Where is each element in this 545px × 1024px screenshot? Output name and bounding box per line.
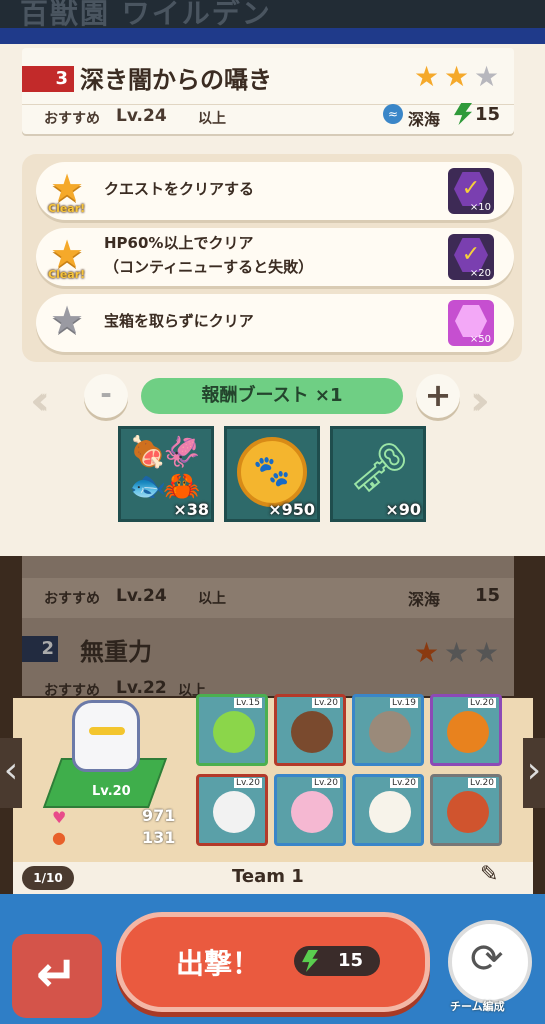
sprout-key-icon: 🗝 bbox=[349, 440, 410, 496]
sortie-label: 出撃！ bbox=[176, 947, 261, 980]
check-medal-icon: ✓ ×20 bbox=[448, 234, 494, 280]
recommend-level: Lv.24 bbox=[116, 106, 167, 126]
reward-item[interactable]: 🐾 ×950 bbox=[224, 426, 320, 522]
sortie-button[interactable] bbox=[116, 912, 430, 1012]
next-star-icon: ★ bbox=[474, 636, 500, 669]
heart-icon: ♥ bbox=[52, 808, 67, 827]
energy-cost: 15 bbox=[475, 104, 501, 125]
team-member-alpaca[interactable]: Lv.20 bbox=[352, 774, 424, 846]
next-level-2: Lv.22 bbox=[116, 678, 167, 698]
divider bbox=[22, 104, 514, 105]
mission-text-line1: HP60%以上でクリア bbox=[104, 234, 254, 252]
axolotl-icon bbox=[291, 791, 333, 833]
next-quest-row1: おすすめ Lv.24 以上 深海 15 bbox=[22, 578, 514, 618]
team-member-sloth[interactable]: Lv.19 bbox=[352, 694, 424, 766]
team-edit-button[interactable]: ⟳ bbox=[448, 920, 532, 1004]
quest-number-tag: 3 bbox=[22, 66, 74, 92]
team-edit-label: チーム編成 bbox=[450, 1000, 505, 1013]
food-bundle-icon: 🦑 bbox=[163, 435, 201, 470]
team-next-arrow[interactable]: › bbox=[523, 738, 545, 808]
next-cost: 15 bbox=[475, 585, 501, 606]
snake-icon bbox=[447, 711, 489, 753]
mission-text: 宝箱を取らずにクリア bbox=[104, 312, 254, 330]
mission-text-line2: （コンティニューすると失敗） bbox=[104, 258, 314, 276]
star-empty-icon: ★ bbox=[474, 60, 500, 93]
recommend-label: おすすめ bbox=[44, 111, 100, 127]
clear-badge: Clear! bbox=[48, 268, 86, 281]
parrot-icon bbox=[213, 711, 255, 753]
recommend-suffix: 以上 bbox=[198, 111, 226, 127]
star-filled-icon: ★ bbox=[414, 60, 440, 93]
chevrons-left-icon: ‹‹‹ bbox=[30, 378, 50, 424]
bear-icon bbox=[291, 711, 333, 753]
next-area: 深海 bbox=[408, 590, 441, 609]
food-bundle-icon: 🍖 bbox=[129, 435, 167, 470]
mission-item: ★ 宝箱を取らずにクリア ×50 bbox=[36, 294, 514, 352]
next-quest-title: 無重力 bbox=[80, 638, 152, 666]
food-bundle-icon: 🐟 bbox=[129, 469, 167, 504]
member-level: Lv.20 bbox=[468, 778, 496, 788]
check-medal-icon: ✓ ×10 bbox=[448, 168, 494, 214]
quest-area: 深海 bbox=[408, 110, 441, 129]
back-button[interactable]: ↵ bbox=[12, 934, 102, 1018]
member-level: Lv.15 bbox=[234, 698, 262, 708]
member-level: Lv.20 bbox=[468, 698, 496, 708]
pink-gem-icon: ×50 bbox=[448, 300, 494, 346]
reward-boost-label: 報酬ブースト ×1 bbox=[141, 378, 403, 414]
quest-title: 深き闇からの囁き bbox=[80, 66, 272, 94]
next-quest-number-tag: 2 bbox=[22, 636, 58, 662]
next-quest-card[interactable]: おすすめ Lv.24 以上 深海 15 2 無重力 ★ ★ ★ おすすめ Lv.… bbox=[22, 556, 514, 699]
team-member-bear[interactable]: Lv.20 bbox=[274, 694, 346, 766]
team-prev-arrow[interactable]: ‹ bbox=[0, 738, 22, 808]
team-member-axolotl[interactable]: Lv.20 bbox=[274, 774, 346, 846]
member-level: Lv.19 bbox=[390, 698, 418, 708]
chevrons-right-icon: ››› bbox=[470, 378, 490, 424]
wave-icon: ≈ bbox=[383, 104, 403, 124]
sloth-icon bbox=[369, 711, 411, 753]
red-panda-icon bbox=[447, 791, 489, 833]
edit-icon[interactable]: ✎ bbox=[480, 862, 498, 887]
next-level: Lv.24 bbox=[116, 586, 167, 606]
mission-item: ★ Clear! HP60%以上でクリア （コンティニューすると失敗） ✓ ×20 bbox=[36, 228, 514, 286]
next-star-icon: ★ bbox=[414, 636, 440, 669]
team-hp: 971 bbox=[142, 806, 176, 825]
alpaca-icon bbox=[369, 791, 411, 833]
star-filled-icon: ★ bbox=[444, 60, 470, 93]
team-attack: 131 bbox=[142, 828, 176, 847]
clear-badge: Clear! bbox=[48, 202, 86, 215]
cat-swap-icon: ⟳ bbox=[470, 936, 504, 982]
member-level: Lv.20 bbox=[312, 778, 340, 788]
reward-item[interactable]: 🍖 🦑 🐟 🦀 ×38 bbox=[118, 426, 214, 522]
next-star-icon: ★ bbox=[444, 636, 470, 669]
paw-coin-icon: 🐾 bbox=[237, 437, 307, 507]
team-page-indicator: 1/10 bbox=[22, 866, 74, 890]
team-member-snake[interactable]: Lv.20 bbox=[430, 694, 502, 766]
team-member-red-panda[interactable]: Lv.20 bbox=[430, 774, 502, 846]
next-recommend-2: おすすめ bbox=[44, 683, 100, 699]
team-member-parrot[interactable]: Lv.15 bbox=[196, 694, 268, 766]
boost-plus-button[interactable]: + bbox=[416, 374, 460, 418]
headband-icon bbox=[89, 727, 125, 735]
reward-item[interactable]: 🗝 ×90 bbox=[330, 426, 426, 522]
next-recommend: おすすめ bbox=[44, 591, 100, 607]
mission-item: ★ Clear! クエストをクリアする ✓ ×10 bbox=[36, 162, 514, 220]
mission-text: クエストをクリアする bbox=[104, 180, 255, 198]
team-name: Team 1 bbox=[232, 866, 304, 887]
leader-cat-avatar[interactable] bbox=[72, 700, 140, 772]
leader-level: Lv.20 bbox=[92, 784, 131, 799]
return-arrow-icon: ↵ bbox=[36, 945, 78, 1003]
attack-icon: ● bbox=[52, 828, 66, 847]
zebra-icon bbox=[213, 791, 255, 833]
member-level: Lv.20 bbox=[390, 778, 418, 788]
member-level: Lv.20 bbox=[312, 698, 340, 708]
team-member-zebra[interactable]: Lv.20 bbox=[196, 774, 268, 846]
food-bundle-icon: 🦀 bbox=[163, 469, 201, 504]
boost-minus-button[interactable]: - bbox=[84, 374, 128, 418]
next-suffix: 以上 bbox=[198, 591, 226, 607]
member-level: Lv.20 bbox=[234, 778, 262, 788]
star-empty-icon: ★ bbox=[50, 298, 85, 342]
